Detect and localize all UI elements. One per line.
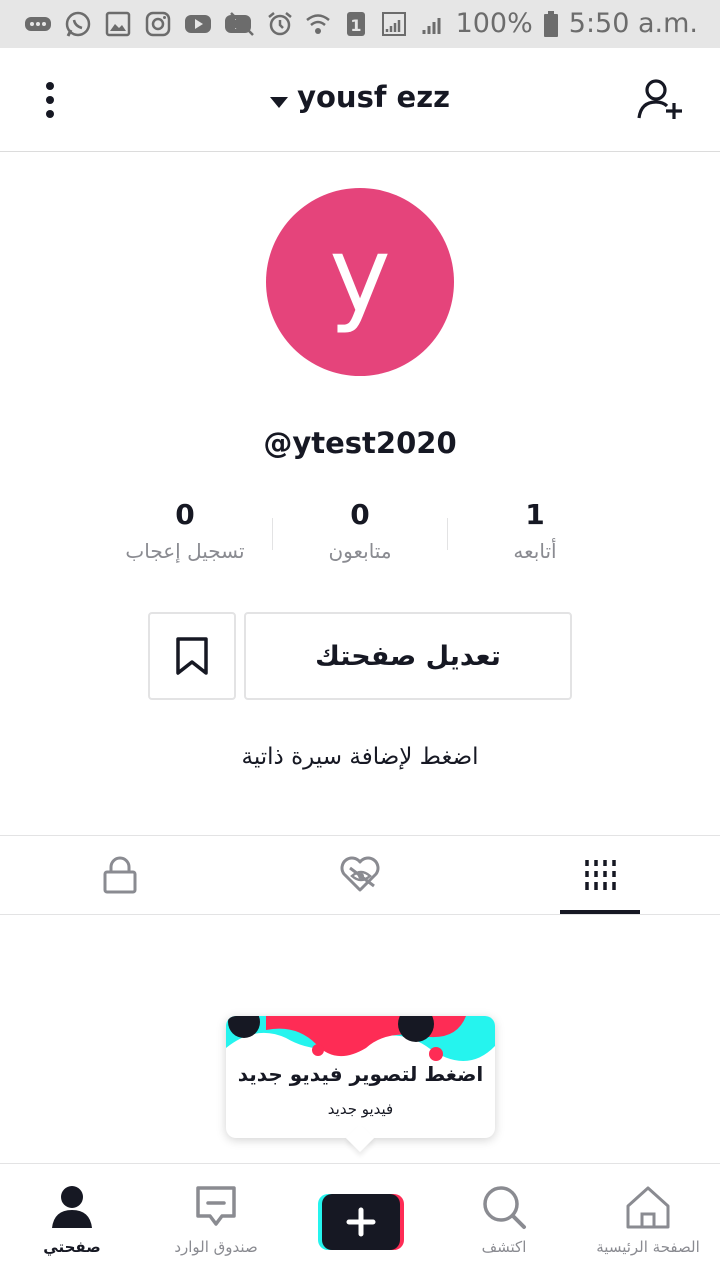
stats-divider: [272, 518, 273, 550]
chevron-down-icon: [270, 96, 289, 108]
username: yousf ezz: [297, 80, 450, 114]
tab-liked[interactable]: [240, 836, 480, 914]
inbox-icon: [196, 1186, 236, 1226]
followers-stat[interactable]: 0 متابعون: [275, 498, 445, 563]
bottom-nav: الصفحة الرئيسية اكتشف صندوق الوارد صفحتي: [0, 1163, 720, 1280]
sim-icon: 1: [346, 11, 365, 36]
create-video-tooltip[interactable]: اضغط لتصوير فيديو جديد فيديو جديد: [226, 1016, 495, 1153]
signal-icon: [381, 11, 406, 36]
instagram-icon: [145, 11, 171, 37]
nav-inbox-label: صندوق الوارد: [174, 1238, 258, 1256]
more-notifications-icon: [25, 17, 51, 31]
nav-me[interactable]: صفحتي: [0, 1164, 144, 1280]
profile-handle: @ytest2020: [263, 426, 457, 460]
edit-profile-button[interactable]: تعديل صفحتك: [244, 612, 572, 700]
nav-me-label: صفحتي: [43, 1238, 101, 1256]
content-tabs: [0, 835, 720, 915]
following-label: أتابعه: [513, 539, 557, 563]
mute-icon: [229, 11, 254, 36]
private-lock-icon: [103, 856, 137, 894]
alarm-icon: [267, 11, 292, 35]
tooltip-arrow: [345, 1123, 375, 1153]
wifi-icon: [305, 13, 330, 34]
liked-hidden-icon: [340, 856, 380, 892]
profile-icon: [52, 1186, 92, 1228]
nav-discover-label: اكتشف: [481, 1238, 527, 1256]
battery-percent: 100%: [455, 8, 533, 39]
clock: 5:50 a.m.: [568, 8, 698, 39]
followers-count: 0: [350, 498, 370, 531]
sim-number: 1: [350, 16, 361, 35]
nav-home[interactable]: الصفحة الرئيسية: [576, 1164, 720, 1280]
youtube-icon: [185, 15, 211, 33]
avatar-letter: y: [329, 214, 391, 336]
whatsapp-icon: [65, 11, 91, 37]
profile-stats: 0 تسجيل إعجاب 0 متابعون 1 أتابعه: [100, 498, 640, 578]
bio-prompt[interactable]: اضغط لإضافة سيرة ذاتية: [0, 744, 720, 770]
stats-divider: [447, 518, 448, 550]
create-plus-icon: [318, 1194, 404, 1250]
battery-icon: [543, 10, 558, 37]
videos-grid-icon: [585, 860, 616, 890]
tab-selected-indicator: [560, 910, 640, 914]
nav-inbox[interactable]: صندوق الوارد: [144, 1164, 288, 1280]
following-stat[interactable]: 1 أتابعه: [450, 498, 620, 563]
nav-create[interactable]: [288, 1164, 432, 1280]
tooltip-subtitle: فيديو جديد: [327, 1100, 394, 1118]
top-nav: yousf ezz: [0, 48, 720, 152]
followers-label: متابعون: [328, 539, 392, 563]
likes-label: تسجيل إعجاب: [125, 539, 245, 563]
avatar[interactable]: y: [266, 188, 454, 376]
status-bar: 1 100% 5:50 a.m.: [0, 0, 720, 48]
favorites-button[interactable]: [148, 612, 236, 700]
likes-count: 0: [175, 498, 195, 531]
search-icon: [483, 1186, 526, 1229]
signal-icon-2: [422, 17, 441, 34]
tab-private[interactable]: [0, 836, 240, 914]
tooltip-title: اضغط لتصوير فيديو جديد: [237, 1062, 484, 1086]
nav-home-label: الصفحة الرئيسية: [596, 1238, 700, 1256]
bookmark-icon: [176, 637, 208, 675]
home-icon: [626, 1186, 670, 1229]
nav-discover[interactable]: اكتشف: [432, 1164, 576, 1280]
account-switcher[interactable]: yousf ezz: [0, 80, 720, 114]
tab-videos[interactable]: [480, 836, 720, 914]
gallery-icon: [105, 11, 131, 37]
following-count: 1: [525, 498, 545, 531]
likes-stat[interactable]: 0 تسجيل إعجاب: [100, 498, 270, 563]
add-user-icon[interactable]: [636, 76, 686, 124]
